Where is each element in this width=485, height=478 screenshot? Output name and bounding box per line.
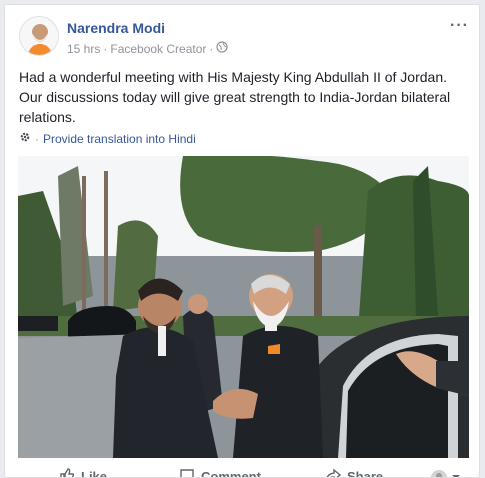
comment-icon: [179, 467, 195, 477]
chevron-down-icon: [451, 469, 461, 477]
share-icon: [325, 467, 342, 477]
like-label: Like: [81, 469, 108, 478]
more-options-icon[interactable]: ···: [450, 17, 469, 35]
post-meta: 15 hrs · Facebook Creator ·: [67, 41, 229, 56]
thumbs-up-icon: [59, 467, 75, 477]
post-text: Had a wonderful meeting with His Majesty…: [19, 69, 451, 125]
translate-label[interactable]: Provide translation into Hindi: [43, 132, 196, 146]
like-button[interactable]: Like: [59, 467, 108, 478]
author-name[interactable]: Narendra Modi: [67, 20, 165, 36]
author-subtitle: Facebook Creator: [110, 41, 207, 56]
share-button[interactable]: Share: [325, 467, 384, 478]
comment-button[interactable]: Comment: [179, 467, 261, 478]
post-time[interactable]: 15 hrs: [67, 42, 100, 56]
share-label: Share: [347, 469, 384, 478]
post-photo[interactable]: [18, 156, 469, 458]
gear-icon: [19, 131, 31, 146]
viewer-avatar: [431, 470, 447, 477]
translate-link[interactable]: · Provide translation into Hindi: [19, 131, 196, 146]
globe-icon[interactable]: [216, 41, 229, 56]
privacy-separator: ·: [209, 41, 214, 56]
viewer-selector[interactable]: [431, 469, 461, 477]
comment-label: Comment: [201, 469, 261, 478]
author-avatar[interactable]: [19, 16, 59, 56]
meta-separator: ·: [103, 41, 108, 56]
post-actions: Like Comment Share: [5, 463, 479, 478]
translate-separator: ·: [35, 131, 39, 146]
post-card: Narendra Modi 15 hrs · Facebook Creator …: [4, 4, 480, 478]
